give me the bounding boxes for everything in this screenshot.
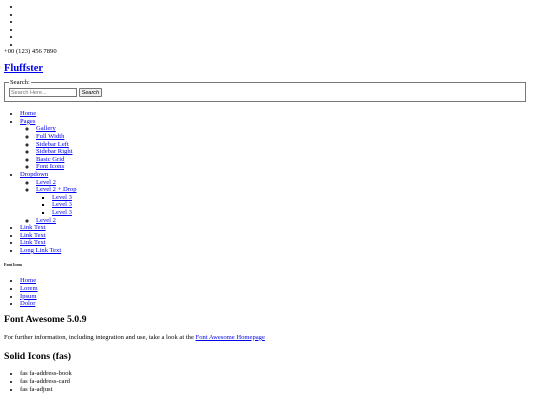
submenu-link-level3-3[interactable]: Level 3 <box>52 209 72 216</box>
menu-link-pages[interactable]: Pages <box>20 118 35 125</box>
pages-submenu: Gallery Full Width Sidebar Left Sidebar … <box>20 125 536 171</box>
submenu-link-level3-1[interactable]: Level 3 <box>52 194 72 201</box>
submenu-link-sidebar-right[interactable]: Sidebar Right <box>36 148 72 155</box>
breadcrumb: Home Lorem Ipsum Dolor <box>4 277 536 307</box>
submenu-link-level2-a[interactable]: Level 2 <box>36 179 56 186</box>
site-title-link[interactable]: Fluffster <box>4 63 43 74</box>
menu-item-dropdown: Dropdown Level 2 Level 2 + Drop Level 3 … <box>20 171 536 224</box>
menu-link-text-3[interactable]: Link Text <box>20 239 46 246</box>
breadcrumb-item-lorem: Lorem <box>20 285 536 293</box>
menu-item-link-3: Link Text <box>20 239 536 247</box>
font-awesome-homepage-link[interactable]: Font Awesome Homepage <box>196 334 265 341</box>
search-input[interactable] <box>9 88 77 98</box>
dropdown-submenu: Level 2 Level 2 + Drop Level 3 Level 3 L… <box>20 179 536 225</box>
font-awesome-heading: Font Awesome 5.0.9 <box>4 313 87 325</box>
solid-icons-list: fas fa-address-book fas fa-address-card … <box>4 370 536 393</box>
search-legend: Search: <box>10 78 30 86</box>
submenu-link-basic-grid[interactable]: Basic Grid <box>36 156 64 163</box>
solid-icon-item-adjust: fas fa-adjust <box>20 386 536 394</box>
menu-item-home: Home <box>20 110 536 118</box>
menu-link-long-text[interactable]: Long Link Text <box>20 247 61 254</box>
page: +00 (123) 456 7890 Fluffster Search: Sea… <box>0 0 540 393</box>
solid-icon-item-address-card: fas fa-address-card <box>20 378 536 386</box>
solid-icon-item-address-book: fas fa-address-book <box>20 370 536 378</box>
menu-link-text-1[interactable]: Link Text <box>20 224 46 231</box>
main-menu: Home Pages Gallery Full Width Sidebar Le… <box>4 110 536 254</box>
search-button[interactable]: Search <box>78 88 103 98</box>
menu-link-home[interactable]: Home <box>20 110 36 117</box>
search-fieldset: Search: Search <box>4 78 526 103</box>
breadcrumb-item-dolor: Dolor <box>20 300 536 308</box>
breadcrumb-link-lorem[interactable]: Lorem <box>20 285 38 292</box>
solid-icons-heading: Solid Icons (fas) <box>4 351 71 363</box>
phone-number: +00 (123) 456 7890 <box>4 48 57 55</box>
submenu-item-level3-3: Level 3 <box>52 209 536 217</box>
submenu-link-level2-b[interactable]: Level 2 <box>36 217 56 224</box>
breadcrumb-item-ipsum: Ipsum <box>20 293 536 301</box>
submenu-item-full-width: Full Width <box>36 133 536 141</box>
submenu-item-font-icons: Font Icons <box>36 163 536 171</box>
menu-item-link-2: Link Text <box>20 232 536 240</box>
submenu-link-gallery[interactable]: Gallery <box>36 125 56 132</box>
menu-link-text-2[interactable]: Link Text <box>20 232 46 239</box>
social-link-2[interactable] <box>20 11 536 19</box>
social-link-4[interactable] <box>20 26 536 34</box>
submenu-item-level2-b: Level 2 <box>36 217 536 225</box>
social-link-1[interactable] <box>20 3 536 11</box>
submenu-item-level3-1: Level 3 <box>52 194 536 202</box>
info-paragraph: For further information, including integ… <box>4 334 536 342</box>
submenu-item-basic-grid: Basic Grid <box>36 156 536 164</box>
menu-item-link-1: Link Text <box>20 224 536 232</box>
font-icons-heading: Font Icons <box>4 262 23 268</box>
site-title: Fluffster <box>4 62 536 75</box>
breadcrumb-item-home: Home <box>20 277 536 285</box>
breadcrumb-link-dolor[interactable]: Dolor <box>20 300 35 307</box>
submenu-item-level3-2: Level 3 <box>52 201 536 209</box>
menu-item-pages: Pages Gallery Full Width Sidebar Left Si… <box>20 118 536 171</box>
social-link-5[interactable] <box>20 33 536 41</box>
info-paragraph-text: For further information, including integ… <box>4 333 196 341</box>
submenu-item-level2-a: Level 2 <box>36 179 536 187</box>
level3-submenu: Level 3 Level 3 Level 3 <box>36 194 536 217</box>
menu-link-dropdown[interactable]: Dropdown <box>20 171 48 178</box>
submenu-link-font-icons[interactable]: Font Icons <box>36 163 64 170</box>
social-link-3[interactable] <box>20 18 536 26</box>
breadcrumb-link-home[interactable]: Home <box>20 277 36 284</box>
submenu-link-level3-2[interactable]: Level 3 <box>52 201 72 208</box>
social-links-list <box>4 3 536 45</box>
submenu-link-level2-drop[interactable]: Level 2 + Drop <box>36 186 77 193</box>
submenu-link-full-width[interactable]: Full Width <box>36 133 64 140</box>
submenu-item-sidebar-left: Sidebar Left <box>36 141 536 149</box>
submenu-item-gallery: Gallery <box>36 125 536 133</box>
breadcrumb-link-ipsum[interactable]: Ipsum <box>20 293 36 300</box>
submenu-item-sidebar-right: Sidebar Right <box>36 148 536 156</box>
submenu-item-level2-drop: Level 2 + Drop Level 3 Level 3 Level 3 <box>36 186 536 216</box>
menu-item-link-4: Long Link Text <box>20 247 536 255</box>
submenu-link-sidebar-left[interactable]: Sidebar Left <box>36 141 69 148</box>
